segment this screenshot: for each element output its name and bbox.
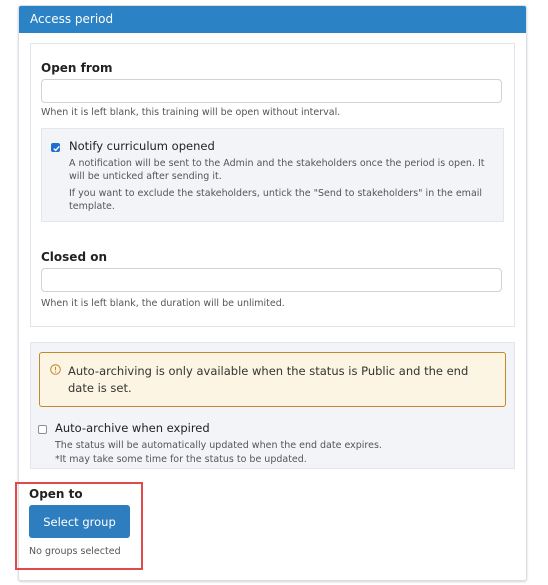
warning-text: Auto-archiving is only available when th… [68, 364, 469, 395]
checkmark-icon [53, 145, 60, 152]
open-from-hint: When it is left blank, this training wil… [41, 107, 341, 118]
groups-status: No groups selected [29, 546, 121, 557]
open-from-input[interactable] [41, 79, 502, 103]
closed-on-hint: When it is left blank, the duration will… [41, 298, 285, 309]
closed-on-label: Closed on [41, 250, 107, 264]
auto-archive-label: Auto-archive when expired [55, 421, 210, 435]
alert-circle-icon [50, 364, 61, 375]
notify-stakeholders-note: If you want to exclude the stakeholders,… [69, 188, 483, 212]
open-to-label: Open to [29, 487, 83, 501]
auto-archive-section: Auto-archiving is only available when th… [30, 342, 515, 469]
auto-archive-checkbox[interactable] [38, 425, 47, 434]
auto-archive-description: The status will be automatically updated… [55, 440, 382, 451]
notify-label: Notify curriculum opened [69, 139, 215, 153]
notify-section: Notify curriculum opened A notification … [41, 128, 504, 222]
auto-archive-delay-note: *It may take some time for the status to… [55, 454, 307, 465]
warning-alert: Auto-archiving is only available when th… [39, 352, 506, 407]
panel-title: Access period [19, 6, 526, 33]
notify-checkbox[interactable] [51, 143, 60, 152]
closed-on-input[interactable] [41, 268, 502, 292]
notify-description: A notification will be sent to the Admin… [69, 158, 485, 182]
open-from-label: Open from [41, 61, 113, 75]
select-group-button[interactable]: Select group [29, 505, 130, 538]
period-settings-box: Open from When it is left blank, this tr… [30, 43, 515, 327]
